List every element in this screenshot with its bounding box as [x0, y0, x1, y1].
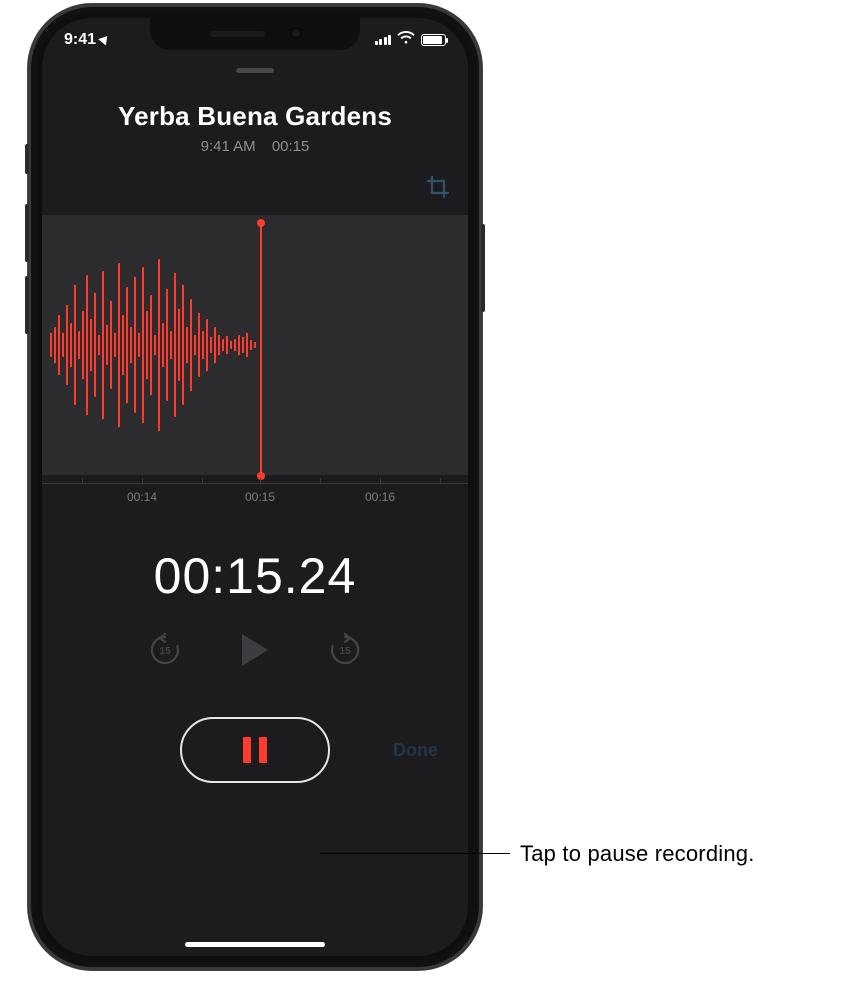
status-time: 9:41 — [64, 31, 96, 49]
recording-time: 9:41 AM — [201, 138, 256, 155]
timeline-ruler[interactable]: 00:14 00:15 00:16 — [42, 483, 468, 513]
recording-duration: 00:15 — [272, 138, 310, 155]
playhead-line[interactable] — [260, 223, 262, 477]
notch — [150, 18, 360, 50]
ruler-tick — [260, 478, 261, 484]
sheet-grabber[interactable] — [236, 68, 274, 73]
skip-fwd-seconds-label: 15 — [328, 633, 362, 667]
transport-controls: 15 15 — [42, 633, 468, 667]
ruler-tick — [202, 478, 203, 484]
waveform — [42, 215, 260, 475]
callout-text: Tap to pause recording. — [520, 841, 755, 867]
volume-down-button — [25, 276, 29, 334]
playhead-handle-top[interactable] — [257, 219, 265, 227]
side-button — [481, 224, 485, 312]
ruler-label: 00:15 — [245, 490, 275, 504]
mute-switch — [25, 144, 29, 174]
ruler-tick — [440, 478, 441, 484]
elapsed-timer: 00:15.24 — [42, 547, 468, 605]
play-button[interactable] — [242, 634, 268, 666]
ruler-tick — [142, 478, 143, 484]
recording-meta: 9:41 AM 00:15 — [42, 138, 468, 155]
done-button[interactable]: Done — [393, 740, 438, 761]
volume-up-button — [25, 204, 29, 262]
ruler-label: 00:16 — [365, 490, 395, 504]
recording-title[interactable]: Yerba Buena Gardens — [42, 101, 468, 132]
playhead-handle-bottom[interactable] — [257, 472, 265, 480]
wifi-icon — [397, 31, 415, 49]
trim-icon[interactable] — [426, 175, 450, 199]
callout-leader — [320, 853, 510, 854]
skip-forward-15-button[interactable]: 15 — [328, 633, 362, 667]
phone-frame: 9:41 Yerba Buena Gardens 9:41 AM 00:15 — [28, 4, 482, 970]
battery-icon — [421, 34, 446, 46]
ruler-tick — [320, 478, 321, 484]
cellular-signal-icon — [375, 35, 392, 45]
ruler-label: 00:14 — [127, 490, 157, 504]
skip-back-15-button[interactable]: 15 — [148, 633, 182, 667]
home-indicator[interactable] — [185, 942, 325, 947]
pause-icon — [243, 737, 251, 763]
screen: 9:41 Yerba Buena Gardens 9:41 AM 00:15 — [42, 18, 468, 956]
location-arrow-icon — [98, 33, 111, 46]
pause-icon — [259, 737, 267, 763]
ruler-tick — [380, 478, 381, 484]
waveform-area[interactable]: 00:14 00:15 00:16 — [42, 173, 468, 513]
pause-recording-button[interactable] — [180, 717, 330, 783]
record-controls-row: Done — [42, 717, 468, 783]
skip-back-seconds-label: 15 — [148, 633, 182, 667]
ruler-tick — [82, 478, 83, 484]
